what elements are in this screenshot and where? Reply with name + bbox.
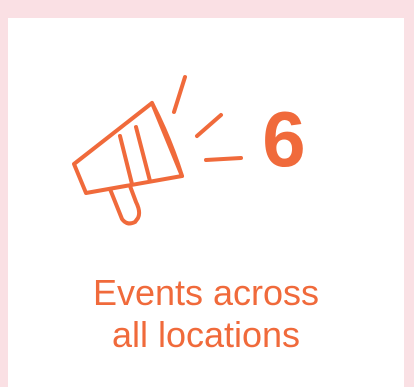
stat-card: 6 Events across all locations — [8, 18, 404, 387]
megaphone-icon — [72, 75, 243, 226]
stat-label: Events across all locations — [92, 272, 320, 356]
stat-value: 6 — [262, 95, 306, 183]
